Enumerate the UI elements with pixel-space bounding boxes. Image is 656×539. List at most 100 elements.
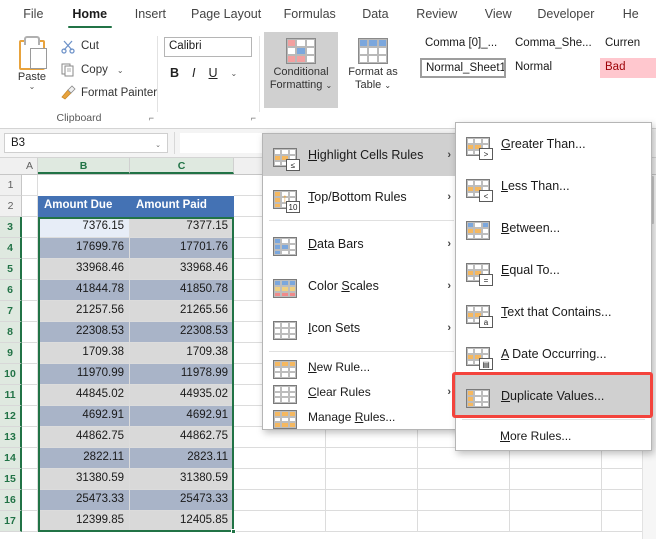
row-header-1[interactable]: 1 bbox=[0, 175, 22, 196]
cell-C10[interactable]: 11978.99 bbox=[130, 364, 234, 385]
paste-chevron-down-icon[interactable]: ⌄ bbox=[6, 83, 58, 91]
cell-D17[interactable] bbox=[234, 511, 326, 532]
cell-E14[interactable] bbox=[326, 448, 418, 469]
menu-item-manage-rules[interactable]: Manage Rules... bbox=[263, 404, 460, 429]
cell-C12[interactable]: 4692.91 bbox=[130, 406, 234, 427]
cut-button[interactable]: Cut bbox=[60, 36, 99, 56]
cell-D13[interactable] bbox=[234, 427, 326, 448]
cell-A2[interactable] bbox=[22, 196, 38, 217]
font-name-input[interactable]: Calibri bbox=[164, 37, 252, 57]
format-painter-button[interactable]: Format Painter bbox=[60, 83, 157, 103]
copy-button[interactable]: Copy ⌄ bbox=[60, 60, 124, 80]
cell-C2-header[interactable]: Amount Paid bbox=[130, 196, 234, 217]
underline-button[interactable]: U bbox=[209, 66, 218, 80]
cell-C16[interactable]: 25473.33 bbox=[130, 490, 234, 511]
ribbon-tab-he[interactable]: He bbox=[605, 1, 656, 29]
name-box-chevron-down-icon[interactable]: ⌄ bbox=[155, 141, 161, 149]
ribbon-tab-insert[interactable]: Insert bbox=[121, 1, 180, 29]
cell-C15[interactable]: 31380.59 bbox=[130, 469, 234, 490]
name-box[interactable]: B3 ⌄ bbox=[4, 133, 168, 153]
cell-A10[interactable] bbox=[22, 364, 38, 385]
cell-style-2[interactable]: Curren bbox=[600, 34, 656, 54]
cell-empty[interactable] bbox=[510, 469, 602, 490]
cell-C8[interactable]: 22308.53 bbox=[130, 322, 234, 343]
cell-A4[interactable] bbox=[22, 238, 38, 259]
cell-B6[interactable]: 41844.78 bbox=[38, 280, 130, 301]
cell-empty[interactable] bbox=[418, 469, 510, 490]
cell-A16[interactable] bbox=[22, 490, 38, 511]
cell-B7[interactable]: 21257.56 bbox=[38, 301, 130, 322]
clipboard-dialog-launcher-icon[interactable]: ⌐ bbox=[149, 113, 154, 123]
highlight-cells-rules-submenu[interactable]: >Greater Than...<Less Than...Between...=… bbox=[455, 122, 652, 451]
menu-item-greater-than[interactable]: >Greater Than... bbox=[456, 123, 651, 165]
menu-item-new-rule[interactable]: New Rule... bbox=[263, 354, 460, 379]
cell-B14[interactable]: 2822.11 bbox=[38, 448, 130, 469]
cell-B15[interactable]: 31380.59 bbox=[38, 469, 130, 490]
cell-E13[interactable] bbox=[326, 427, 418, 448]
cell-A13[interactable] bbox=[22, 427, 38, 448]
cell-C11[interactable]: 44935.02 bbox=[130, 385, 234, 406]
cell-style-0[interactable]: Comma [0]_... bbox=[420, 34, 506, 54]
cell-B9[interactable]: 1709.38 bbox=[38, 343, 130, 364]
cell-C3[interactable]: 7377.15 bbox=[130, 217, 234, 238]
cell-E16[interactable] bbox=[326, 490, 418, 511]
menu-item-data-bars[interactable]: Data Bars› bbox=[263, 223, 460, 265]
cell-empty[interactable] bbox=[510, 448, 602, 469]
cell-D14[interactable] bbox=[234, 448, 326, 469]
ribbon-tab-view[interactable]: View bbox=[470, 1, 526, 29]
cell-A15[interactable] bbox=[22, 469, 38, 490]
cell-C7[interactable]: 21265.56 bbox=[130, 301, 234, 322]
ribbon-tab-home[interactable]: Home bbox=[59, 1, 121, 29]
ribbon-tab-developer[interactable]: Developer bbox=[526, 1, 605, 29]
cell-A8[interactable] bbox=[22, 322, 38, 343]
cell-D15[interactable] bbox=[234, 469, 326, 490]
conditional-formatting-menu[interactable]: ≤Highlight Cells Rules›10↑Top/Bottom Rul… bbox=[262, 133, 461, 430]
cell-A7[interactable] bbox=[22, 301, 38, 322]
cell-A11[interactable] bbox=[22, 385, 38, 406]
cell-empty[interactable] bbox=[418, 511, 510, 532]
row-header-17[interactable]: 17 bbox=[0, 511, 22, 532]
row-header-7[interactable]: 7 bbox=[0, 301, 22, 322]
paste-button[interactable]: Paste ⌄ bbox=[6, 34, 58, 106]
cell-A5[interactable] bbox=[22, 259, 38, 280]
copy-chevron-down-icon[interactable]: ⌄ bbox=[117, 66, 124, 75]
cell-B10[interactable]: 11970.99 bbox=[38, 364, 130, 385]
ribbon-tab-review[interactable]: Review bbox=[404, 1, 470, 29]
column-header-A[interactable]: A bbox=[22, 158, 38, 174]
row-header-6[interactable]: 6 bbox=[0, 280, 22, 301]
menu-item-top-bottom-rules[interactable]: 10↑Top/Bottom Rules› bbox=[263, 176, 460, 218]
cell-C5[interactable]: 33968.46 bbox=[130, 259, 234, 280]
row-header-16[interactable]: 16 bbox=[0, 490, 22, 511]
cell-B5[interactable]: 33968.46 bbox=[38, 259, 130, 280]
menu-item-highlight-cells-rules[interactable]: ≤Highlight Cells Rules› bbox=[263, 134, 460, 176]
menu-item-duplicate-values[interactable]: Duplicate Values... bbox=[456, 375, 651, 417]
menu-item-less-than[interactable]: <Less Than... bbox=[456, 165, 651, 207]
row-header-8[interactable]: 8 bbox=[0, 322, 22, 343]
bold-button[interactable]: B bbox=[170, 66, 179, 80]
cell-B3[interactable]: 7376.15 bbox=[38, 217, 130, 238]
cell-style-1[interactable]: Comma_She... bbox=[510, 34, 596, 54]
cell-E15[interactable] bbox=[326, 469, 418, 490]
row-header-5[interactable]: 5 bbox=[0, 259, 22, 280]
cell-A17[interactable] bbox=[22, 511, 38, 532]
cell-C14[interactable]: 2823.11 bbox=[130, 448, 234, 469]
ribbon-tab-formulas[interactable]: Formulas bbox=[272, 1, 347, 29]
cell-style-4[interactable]: Normal bbox=[510, 58, 596, 78]
cell-C6[interactable]: 41850.78 bbox=[130, 280, 234, 301]
cell-empty[interactable] bbox=[418, 448, 510, 469]
row-header-4[interactable]: 4 bbox=[0, 238, 22, 259]
cell-style-5[interactable]: Bad bbox=[600, 58, 656, 78]
menu-item-a-date-occurring[interactable]: ▤A Date Occurring... bbox=[456, 333, 651, 375]
column-header-C[interactable]: C bbox=[130, 158, 234, 174]
conditional-formatting-button[interactable]: Conditional Formatting ⌄ bbox=[264, 32, 338, 108]
cell-A12[interactable] bbox=[22, 406, 38, 427]
cell-B16[interactable]: 25473.33 bbox=[38, 490, 130, 511]
cell-D16[interactable] bbox=[234, 490, 326, 511]
ribbon-tab-file[interactable]: File bbox=[8, 1, 59, 29]
format-as-table-button[interactable]: Format as Table ⌄ bbox=[340, 32, 406, 108]
row-header-14[interactable]: 14 bbox=[0, 448, 22, 469]
cell-A14[interactable] bbox=[22, 448, 38, 469]
cell-empty[interactable] bbox=[510, 490, 602, 511]
ribbon-tab-page-layout[interactable]: Page Layout bbox=[180, 1, 272, 29]
cell-C13[interactable]: 44862.75 bbox=[130, 427, 234, 448]
